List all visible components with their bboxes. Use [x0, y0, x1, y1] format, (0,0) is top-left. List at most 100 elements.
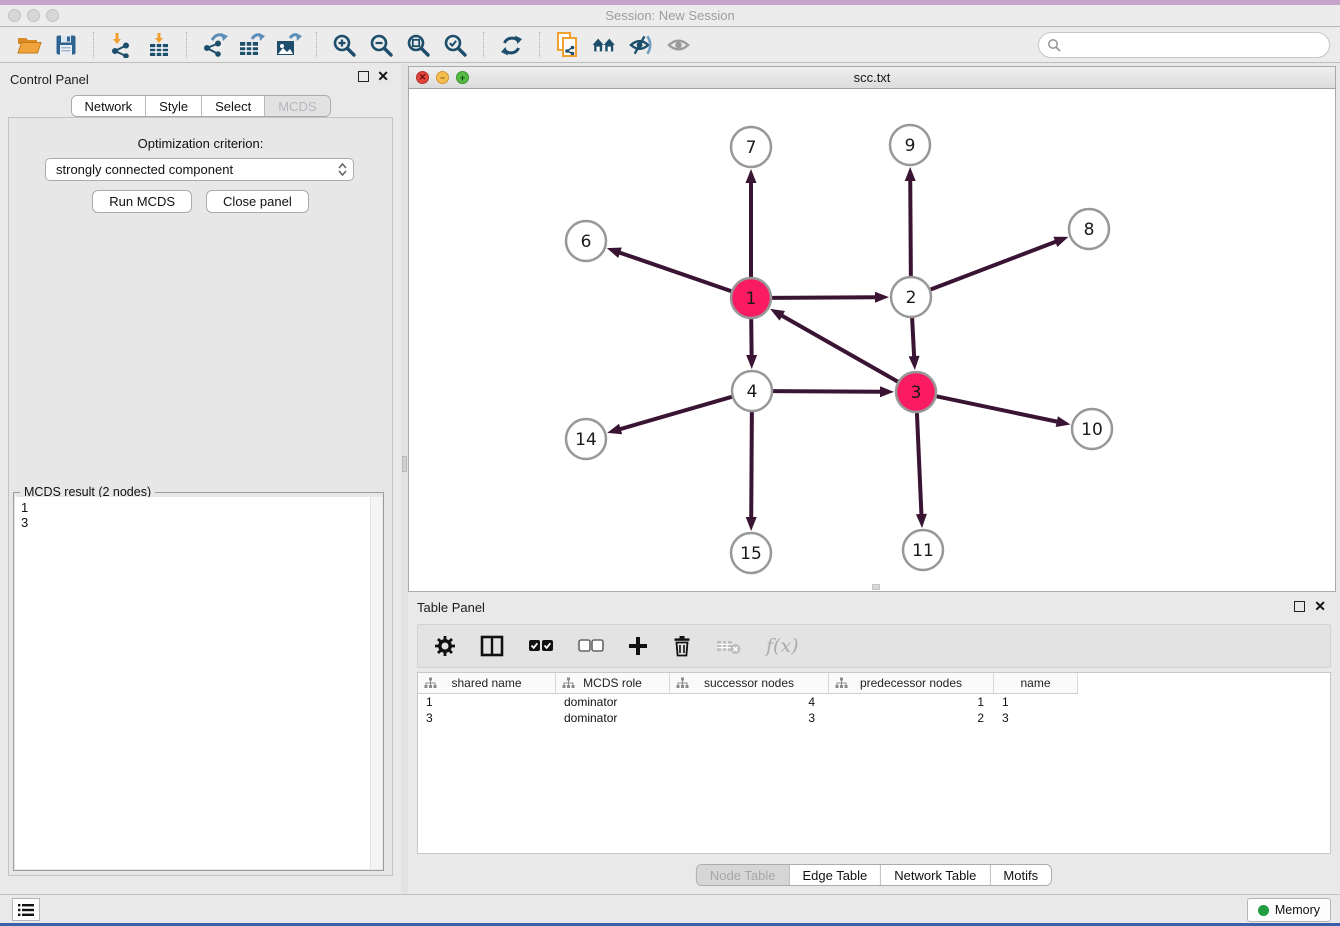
toolbar-separator	[316, 32, 317, 58]
tab-mcds[interactable]: MCDS	[265, 96, 329, 116]
close-panel-button[interactable]: Close panel	[206, 190, 309, 213]
delete-row-icon[interactable]	[672, 635, 692, 657]
column-type-icon	[676, 677, 689, 689]
status-bar: Memory	[0, 894, 1340, 923]
cell-successor-nodes: 4	[670, 694, 829, 710]
graph-edge[interactable]	[917, 413, 922, 516]
tab-network-table[interactable]: Network Table	[881, 865, 990, 885]
graph-edge-arrowhead	[905, 167, 916, 181]
refresh-icon[interactable]	[498, 32, 525, 59]
toolbar-separator	[186, 32, 187, 58]
zoom-in-icon[interactable]	[331, 32, 358, 59]
control-panel-tabs: Network Style Select MCDS	[70, 95, 330, 117]
graph-edge-arrowhead	[746, 355, 757, 369]
run-mcds-button[interactable]: Run MCDS	[92, 190, 192, 213]
graph-edge[interactable]	[912, 318, 914, 358]
close-table-panel-icon[interactable]: ✕	[1314, 601, 1326, 612]
import-table-icon[interactable]	[145, 32, 172, 59]
float-table-panel-icon[interactable]	[1294, 601, 1305, 612]
cell-shared-name: 1	[418, 694, 556, 710]
graph-edge[interactable]	[618, 252, 731, 291]
split-panel-icon[interactable]	[480, 635, 504, 657]
float-panel-icon[interactable]	[358, 71, 369, 82]
delete-column-icon[interactable]	[716, 637, 742, 655]
zoom-fit-icon[interactable]	[405, 32, 432, 59]
control-panel-title: Control Panel	[10, 72, 89, 87]
graph-edge[interactable]	[772, 297, 877, 298]
save-session-icon[interactable]	[52, 32, 79, 59]
graph-edge[interactable]	[937, 396, 1059, 422]
export-table-icon[interactable]	[238, 32, 265, 59]
toolbar-separator	[93, 32, 94, 58]
table-row[interactable]: 1 dominator 4 1 1	[418, 694, 1330, 710]
toolbar-separator	[539, 32, 540, 58]
graph-node-label: 3	[911, 383, 922, 403]
search-field[interactable]	[1038, 32, 1330, 58]
tab-edge-table[interactable]: Edge Table	[789, 865, 881, 885]
tab-select[interactable]: Select	[202, 96, 265, 116]
table-row[interactable]: 3 dominator 3 2 3	[418, 710, 1330, 726]
open-session-icon[interactable]	[15, 32, 42, 59]
tab-motifs[interactable]: Motifs	[990, 865, 1051, 885]
graph-edge-arrowhead	[1053, 237, 1068, 247]
zoom-selected-icon[interactable]	[442, 32, 469, 59]
network-canvas[interactable]: 7968124314101511	[409, 89, 1335, 591]
close-panel-icon[interactable]: ✕	[377, 71, 389, 82]
node-table[interactable]: shared name MCDS role successor nodes pr…	[417, 672, 1331, 854]
graph-edge[interactable]	[781, 315, 898, 382]
graph-edge[interactable]	[619, 397, 732, 430]
export-network-icon[interactable]	[201, 32, 228, 59]
graph-node-label: 8	[1084, 220, 1095, 240]
result-scrollbar[interactable]	[370, 497, 382, 869]
tab-node-table[interactable]: Node Table	[697, 865, 790, 885]
graph-edge[interactable]	[931, 241, 1058, 289]
zoom-out-icon[interactable]	[368, 32, 395, 59]
graph-edge-arrowhead	[607, 248, 622, 258]
graph-edge[interactable]	[773, 391, 882, 392]
mcds-result-text[interactable]: 1 3	[15, 497, 370, 869]
network-view-window: ✕ − + scc.txt 7968124314101511	[408, 66, 1336, 592]
column-header-shared-name[interactable]: shared name	[418, 673, 556, 694]
node-table-header: shared name MCDS role successor nodes pr…	[418, 673, 1330, 694]
column-header-name[interactable]: name	[994, 673, 1078, 694]
graph-edge-arrowhead	[746, 517, 757, 531]
graph-edge[interactable]	[751, 412, 752, 519]
memory-status-icon	[1258, 905, 1269, 916]
memory-label: Memory	[1275, 903, 1320, 917]
search-icon	[1047, 38, 1062, 53]
graph-node-label: 7	[746, 138, 757, 158]
graph-edge-arrowhead	[880, 386, 894, 397]
add-column-icon[interactable]	[628, 636, 648, 656]
show-all-icon[interactable]	[665, 32, 692, 59]
function-builder-icon[interactable]: f(x)	[766, 635, 799, 657]
graph-edge-arrowhead	[770, 309, 785, 321]
graph-node-label: 9	[905, 136, 916, 156]
table-panel-title: Table Panel	[417, 600, 485, 615]
control-panel: Control Panel ✕ Network Style Select MCD…	[0, 64, 401, 894]
column-header-mcds-role[interactable]: MCDS role	[556, 673, 670, 694]
hide-selected-icon[interactable]	[628, 32, 655, 59]
cell-predecessor-nodes: 1	[829, 694, 994, 710]
export-image-icon[interactable]	[275, 32, 302, 59]
search-input[interactable]	[1062, 35, 1329, 55]
splitter-grip[interactable]	[402, 456, 407, 472]
column-header-successor-nodes[interactable]: successor nodes	[670, 673, 829, 694]
import-network-icon[interactable]	[108, 32, 135, 59]
column-header-predecessor-nodes[interactable]: predecessor nodes	[829, 673, 994, 694]
clone-network-icon[interactable]	[554, 32, 581, 59]
toolbar-separator	[483, 32, 484, 58]
table-settings-icon[interactable]	[434, 635, 456, 657]
graph-edge[interactable]	[910, 179, 911, 276]
network-window-titlebar[interactable]: ✕ − + scc.txt	[409, 67, 1335, 89]
tab-network[interactable]: Network	[71, 96, 146, 116]
task-history-button[interactable]	[12, 898, 40, 921]
criterion-dropdown[interactable]: strongly connected component	[45, 158, 354, 181]
vertical-splitter[interactable]	[401, 64, 408, 894]
network-bottom-grip[interactable]	[872, 584, 880, 590]
select-all-icon[interactable]	[528, 639, 554, 653]
deselect-all-icon[interactable]	[578, 639, 604, 653]
first-neighbors-icon[interactable]	[591, 32, 618, 59]
main-toolbar	[0, 28, 1340, 63]
tab-style[interactable]: Style	[146, 96, 202, 116]
memory-button[interactable]: Memory	[1247, 898, 1331, 922]
